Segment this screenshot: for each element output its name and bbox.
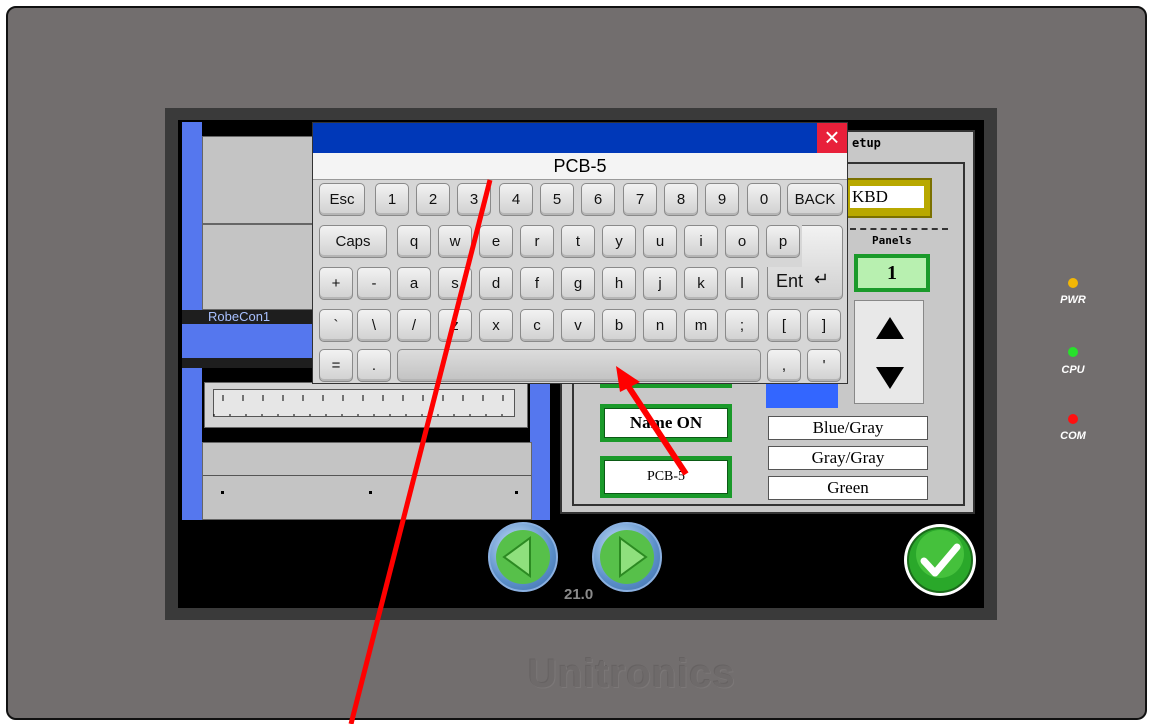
setup-panel-title: etup bbox=[852, 136, 881, 150]
left-arrow-icon bbox=[496, 530, 550, 584]
cpu-led bbox=[1068, 347, 1078, 357]
key-x[interactable]: x bbox=[479, 309, 513, 342]
key-u[interactable]: u bbox=[643, 225, 677, 258]
key-back[interactable]: BACK bbox=[787, 183, 843, 216]
key-0[interactable]: 0 bbox=[747, 183, 781, 216]
color-option-green[interactable]: Green bbox=[768, 476, 928, 500]
pwr-label: PWR bbox=[1060, 294, 1086, 306]
next-page-button[interactable] bbox=[592, 522, 662, 592]
key-c[interactable]: c bbox=[520, 309, 554, 342]
com-label: COM bbox=[1060, 430, 1086, 442]
enter-arrow-icon: ↵ bbox=[814, 269, 830, 289]
key-right-bracket[interactable]: ] bbox=[807, 309, 841, 342]
key-backslash[interactable]: \ bbox=[357, 309, 391, 342]
key-left-bracket[interactable]: [ bbox=[767, 309, 801, 342]
com-led bbox=[1068, 414, 1078, 424]
key-5[interactable]: 5 bbox=[540, 183, 574, 216]
close-icon[interactable]: × bbox=[817, 123, 847, 153]
key-equals[interactable]: = bbox=[319, 349, 353, 382]
name-on-button[interactable]: Name ON bbox=[600, 404, 732, 442]
key-l[interactable]: l bbox=[725, 267, 759, 300]
key-period[interactable]: . bbox=[357, 349, 391, 382]
panels-value-field[interactable]: 1 bbox=[854, 254, 930, 292]
key-minus[interactable]: - bbox=[357, 267, 391, 300]
key-t[interactable]: t bbox=[561, 225, 595, 258]
key-apostrophe[interactable]: ' bbox=[807, 349, 841, 382]
key-k[interactable]: k bbox=[684, 267, 718, 300]
key-caps[interactable]: Caps bbox=[319, 225, 387, 258]
keyboard-title-bar bbox=[313, 123, 847, 153]
cpu-label: CPU bbox=[1061, 364, 1085, 376]
key-2[interactable]: 2 bbox=[416, 183, 450, 216]
key-backtick[interactable]: ` bbox=[319, 309, 353, 342]
key-i[interactable]: i bbox=[684, 225, 718, 258]
brand-logo: Unitronics bbox=[528, 652, 736, 696]
keyboard-input-field[interactable]: PCB-5 bbox=[313, 153, 847, 180]
key-b[interactable]: b bbox=[602, 309, 636, 342]
key-p[interactable]: p bbox=[766, 225, 800, 258]
panels-label: Panels bbox=[872, 234, 912, 247]
version-label: 21.0 bbox=[564, 586, 594, 603]
confirm-button[interactable] bbox=[904, 524, 976, 596]
key-a[interactable]: a bbox=[397, 267, 431, 300]
up-triangle-icon bbox=[876, 317, 904, 389]
name-text-field[interactable]: PCB-5 bbox=[600, 456, 732, 498]
panels-value: 1 bbox=[858, 258, 926, 288]
pwr-led bbox=[1068, 278, 1078, 288]
checkmark-icon bbox=[907, 527, 973, 593]
key-3[interactable]: 3 bbox=[457, 183, 491, 216]
key-f[interactable]: f bbox=[520, 267, 554, 300]
key-8[interactable]: 8 bbox=[664, 183, 698, 216]
key-space[interactable] bbox=[397, 349, 761, 382]
key-esc[interactable]: Esc bbox=[319, 183, 365, 216]
key-plus[interactable]: + bbox=[319, 267, 353, 300]
key-d[interactable]: d bbox=[479, 267, 513, 300]
color-option-gray-gray[interactable]: Gray/Gray bbox=[768, 446, 928, 470]
key-v[interactable]: v bbox=[561, 309, 595, 342]
kbd-button-label: KBD bbox=[850, 186, 924, 208]
machine-section-bottom bbox=[202, 442, 532, 520]
name-top-button-edge bbox=[600, 384, 732, 388]
color-option-blue-gray[interactable]: Blue/Gray bbox=[768, 416, 928, 440]
key-g[interactable]: g bbox=[561, 267, 595, 300]
key-1[interactable]: 1 bbox=[375, 183, 409, 216]
panels-up-button[interactable] bbox=[854, 300, 924, 404]
key-slash[interactable]: / bbox=[397, 309, 431, 342]
key-semicolon[interactable]: ; bbox=[725, 309, 759, 342]
key-comma[interactable]: , bbox=[767, 349, 801, 382]
key-y[interactable]: y bbox=[602, 225, 636, 258]
key-e[interactable]: e bbox=[479, 225, 513, 258]
ruler-ticks bbox=[213, 395, 515, 416]
key-o[interactable]: o bbox=[725, 225, 759, 258]
conveyor-ruler bbox=[204, 382, 528, 428]
key-9[interactable]: 9 bbox=[705, 183, 739, 216]
kbd-button[interactable]: KBD bbox=[842, 178, 932, 218]
panels-divider bbox=[850, 228, 948, 230]
key-j[interactable]: j bbox=[643, 267, 677, 300]
hmi-display: RobeCon1 etup KBD Panels 1 Name ON PCB-5… bbox=[178, 120, 984, 608]
key-7[interactable]: 7 bbox=[623, 183, 657, 216]
virtual-keyboard: × PCB-5 Esc 1 2 3 4 5 6 7 8 9 0 BACK Cap… bbox=[312, 122, 848, 384]
key-s[interactable]: s bbox=[438, 267, 472, 300]
prev-page-button[interactable] bbox=[488, 522, 558, 592]
key-m[interactable]: m bbox=[684, 309, 718, 342]
right-arrow-icon bbox=[600, 530, 654, 584]
key-w[interactable]: w bbox=[438, 225, 472, 258]
key-h[interactable]: h bbox=[602, 267, 636, 300]
blue-color-swatch[interactable] bbox=[766, 384, 838, 408]
key-r[interactable]: r bbox=[520, 225, 554, 258]
key-enter-label: Ent bbox=[776, 271, 804, 291]
key-4[interactable]: 4 bbox=[499, 183, 533, 216]
key-6[interactable]: 6 bbox=[581, 183, 615, 216]
key-z[interactable]: z bbox=[438, 309, 472, 342]
station-label: RobeCon1 bbox=[208, 309, 271, 324]
key-q[interactable]: q bbox=[397, 225, 431, 258]
key-n[interactable]: n bbox=[643, 309, 677, 342]
